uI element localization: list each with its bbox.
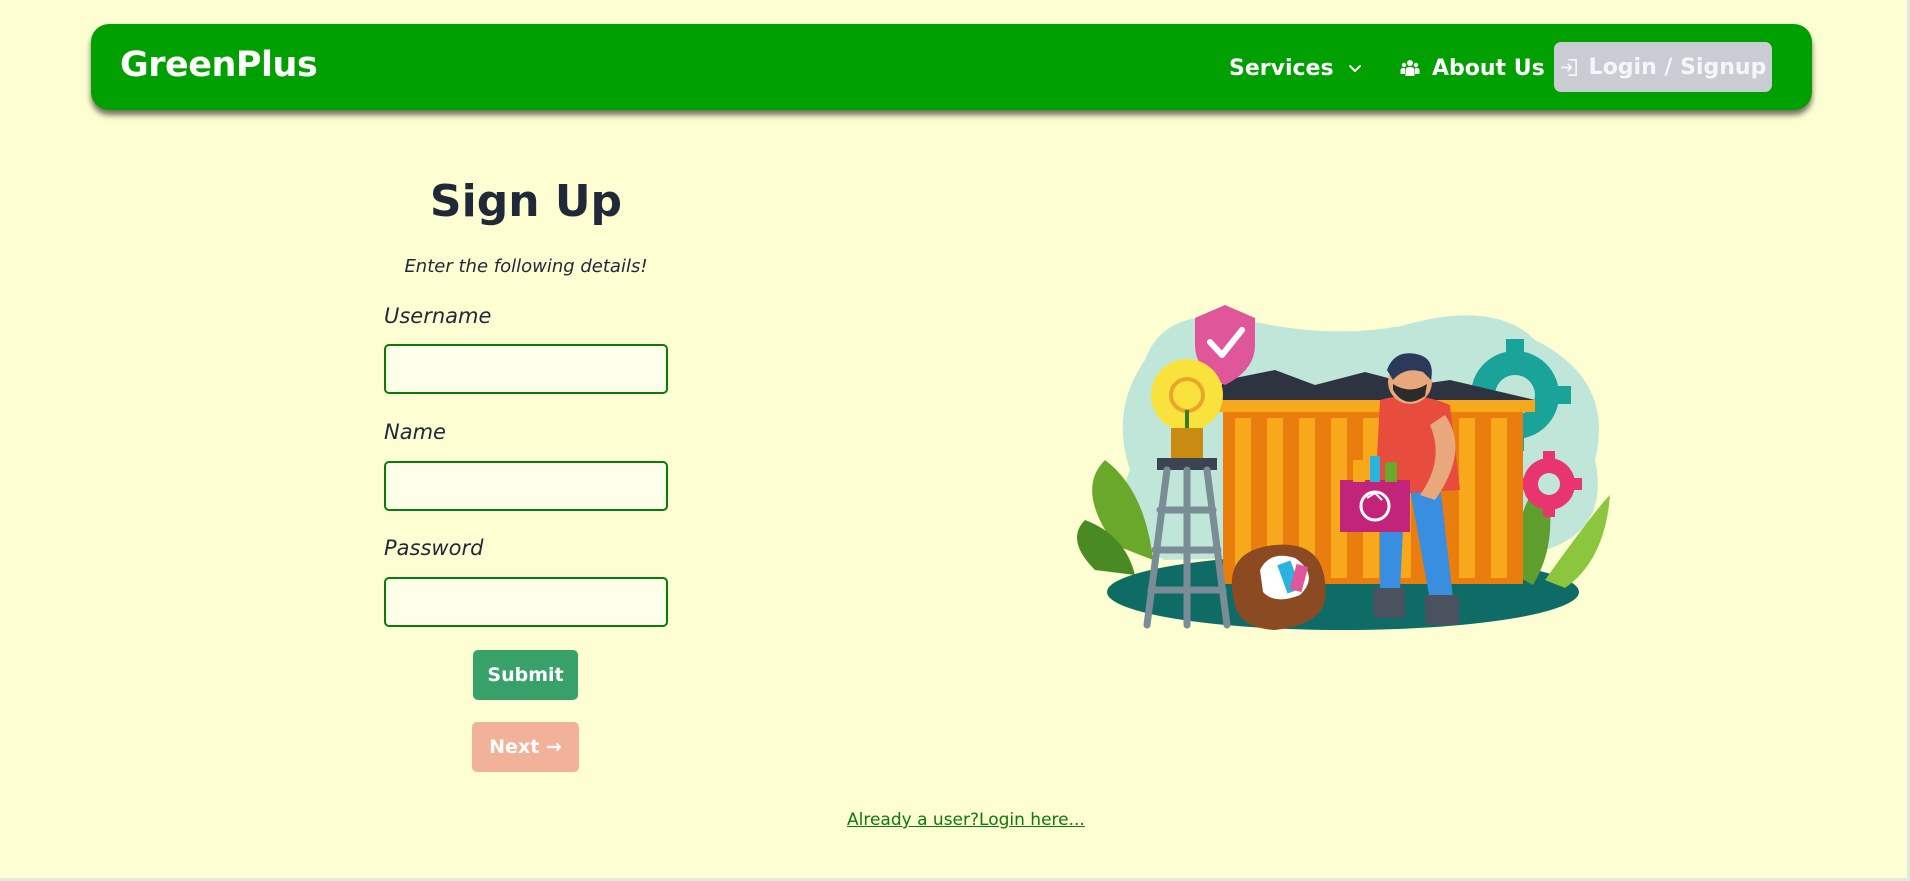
submit-button[interactable]: Submit [473,650,578,700]
nav-about-label: About Us [1432,55,1545,81]
password-label: Password [384,536,484,560]
users-icon [1400,60,1420,76]
name-input[interactable] [384,461,668,511]
recycling-worker-illustration [1077,305,1610,630]
nav-about-us[interactable]: About Us [1400,52,1545,84]
login-icon [1560,58,1577,76]
login-link[interactable]: Already a user?Login here... [847,810,1085,830]
chevron-down-icon [1348,65,1361,72]
nav-services-dropdown[interactable]: Services [1229,52,1362,84]
login-signup-button[interactable]: Login / Signup [1554,42,1772,92]
page-title: Sign Up [429,176,623,227]
page-frame [0,0,1910,881]
username-input[interactable] [384,344,668,394]
navbar: GreenPlus Services About Us Login / Sign… [91,24,1812,110]
next-button[interactable]: Next → [472,722,579,772]
name-label: Name [384,420,446,444]
brand-logo[interactable]: GreenPlus [120,45,318,85]
login-signup-label: Login / Signup [1588,54,1767,80]
username-label: Username [384,304,492,328]
password-input[interactable] [384,577,668,627]
form-subtitle: Enter the following details! [404,256,648,277]
nav-services-label: Services [1229,55,1334,81]
